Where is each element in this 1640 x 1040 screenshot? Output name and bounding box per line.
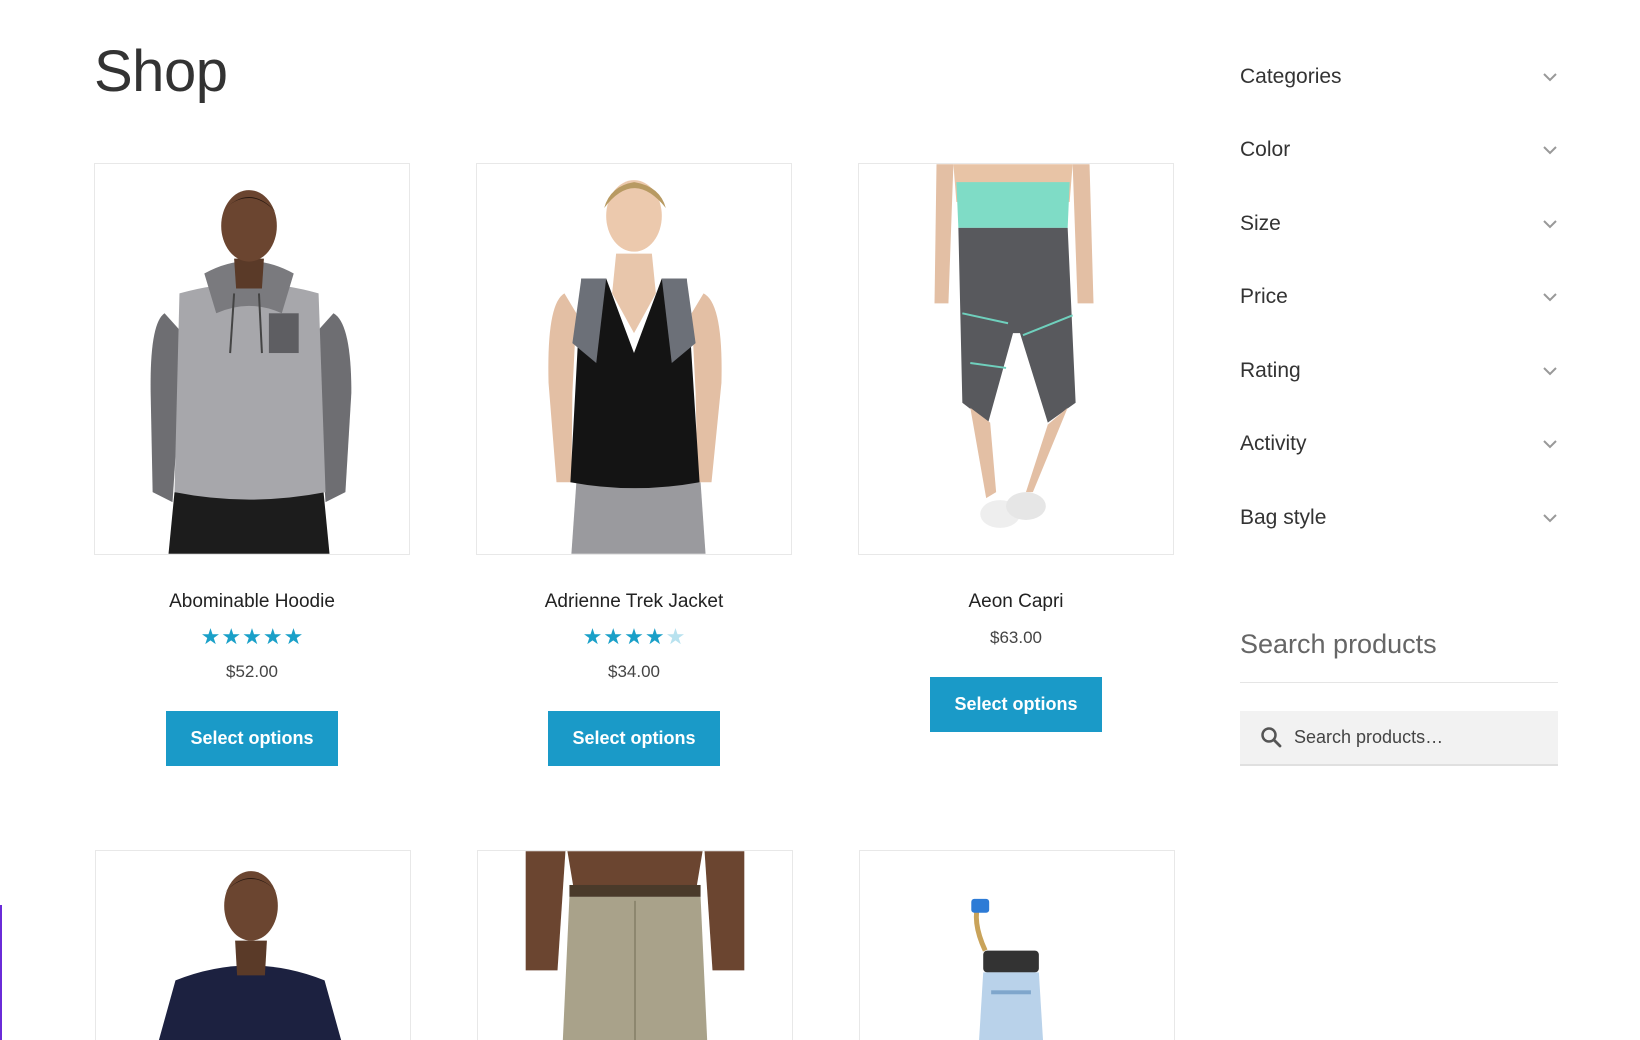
product-image[interactable] — [858, 163, 1174, 555]
chevron-down-icon — [1543, 440, 1557, 449]
chevron-down-icon — [1543, 146, 1557, 155]
star-icon: ★ — [603, 624, 624, 649]
star-icon: ★ — [242, 624, 262, 649]
search-input[interactable] — [1294, 726, 1544, 748]
capri-pants-photo — [859, 164, 1173, 554]
search-icon[interactable] — [1260, 726, 1282, 748]
filter-label: Price — [1240, 285, 1288, 309]
product-image[interactable] — [477, 850, 793, 1040]
chevron-down-icon — [1543, 367, 1557, 376]
filter-label: Bag style — [1240, 505, 1327, 529]
filter-rating[interactable]: Rating — [1240, 334, 1558, 408]
star-icon: ★ — [221, 624, 242, 649]
product-price: $34.00 — [608, 662, 660, 681]
select-options-button[interactable]: Select options — [548, 711, 720, 766]
product-name[interactable]: Abominable Hoodie — [94, 589, 410, 615]
star-icon: ★ — [283, 624, 304, 649]
product-name[interactable]: Aeon Capri — [858, 589, 1174, 615]
tank-top-photo — [477, 164, 791, 554]
filter-label: Size — [1240, 211, 1281, 235]
star-icon: ★ — [200, 624, 221, 649]
product-price: $63.00 — [990, 628, 1042, 647]
filter-categories[interactable]: Categories — [1240, 40, 1558, 114]
product-card — [95, 850, 411, 1040]
filter-label: Rating — [1240, 358, 1301, 382]
filter-price[interactable]: Price — [1240, 261, 1558, 335]
star-icon: ★ — [582, 624, 603, 649]
filter-label: Categories — [1240, 64, 1342, 88]
star-icon: ★ — [644, 624, 665, 649]
filter-label: Activity — [1240, 432, 1307, 456]
product-image[interactable] — [94, 163, 410, 555]
star-icon: ★ — [262, 624, 283, 649]
select-options-button[interactable]: Select options — [930, 677, 1102, 732]
rating-stars: ★ ★ ★ ★ ★ — [94, 625, 410, 649]
product-card: Aeon Capri $63.00 Select options — [858, 163, 1174, 732]
edge-marker — [0, 905, 2, 1040]
product-name[interactable]: Adrienne Trek Jacket — [476, 589, 792, 615]
filter-color[interactable]: Color — [1240, 114, 1558, 188]
filter-size[interactable]: Size — [1240, 187, 1558, 261]
chevron-down-icon — [1543, 293, 1557, 302]
product-card — [859, 850, 1175, 1040]
product-card: Abominable Hoodie ★ ★ ★ ★ ★ $52.00 Selec… — [94, 163, 410, 766]
product-card — [477, 850, 793, 1040]
tshirt-photo — [96, 851, 410, 1040]
cargo-shorts-photo — [478, 851, 792, 1040]
search-box[interactable] — [1240, 710, 1558, 766]
product-card: Adrienne Trek Jacket ★ ★ ★ ★ ★ $34.00 Se… — [476, 163, 792, 766]
chevron-down-icon — [1543, 514, 1557, 523]
star-icon: ★ — [624, 624, 644, 649]
star-icon: ★ — [665, 624, 686, 649]
filter-activity[interactable]: Activity — [1240, 408, 1558, 482]
select-options-button[interactable]: Select options — [166, 711, 338, 766]
product-price: $52.00 — [226, 662, 278, 681]
water-bottle-photo — [860, 851, 1174, 1040]
filter-label: Color — [1240, 138, 1291, 162]
product-image[interactable] — [476, 163, 792, 555]
product-image[interactable] — [95, 850, 411, 1040]
page-title: Shop — [94, 39, 228, 104]
sidebar: Categories Color Size Price Rating Activ… — [1240, 40, 1558, 766]
chevron-down-icon — [1543, 73, 1557, 82]
hoodie-photo — [95, 164, 409, 554]
search-widget-title: Search products — [1240, 629, 1558, 683]
rating-stars: ★ ★ ★ ★ ★ — [476, 625, 792, 649]
filter-bag-style[interactable]: Bag style — [1240, 481, 1558, 555]
chevron-down-icon — [1543, 220, 1557, 229]
product-image[interactable] — [859, 850, 1175, 1040]
